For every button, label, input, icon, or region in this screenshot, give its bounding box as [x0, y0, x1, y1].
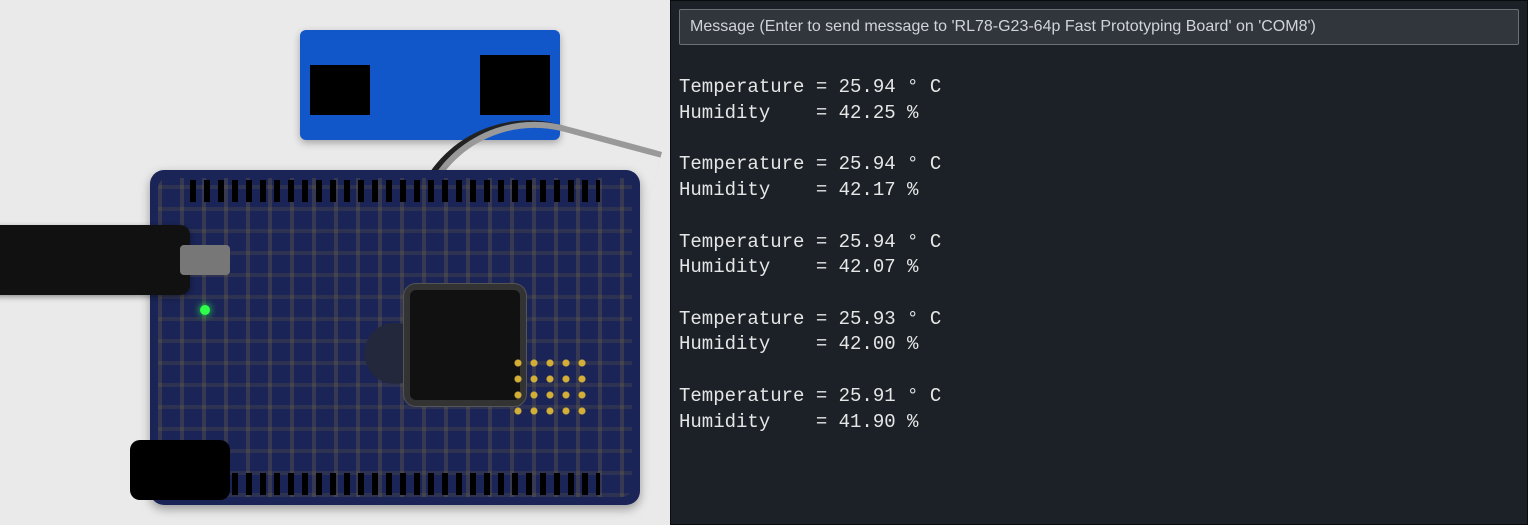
temperature-line: Temperature = 25.94 ° C: [679, 230, 1519, 256]
sensor-reading-block: Temperature = 25.93 ° CHumidity = 42.00 …: [679, 307, 1519, 358]
temperature-line: Temperature = 25.94 ° C: [679, 75, 1519, 101]
temperature-line: Temperature = 25.91 ° C: [679, 384, 1519, 410]
pin-header-top: [190, 180, 600, 202]
usb-cable-plug: [0, 225, 190, 295]
gold-via-pads: [510, 355, 590, 415]
humidity-line: Humidity = 42.00 %: [679, 332, 1519, 358]
humidity-line: Humidity = 41.90 %: [679, 410, 1519, 436]
pin-header-bottom: [190, 473, 600, 495]
dc-barrel-jack: [130, 440, 230, 500]
humidity-line: Humidity = 42.07 %: [679, 255, 1519, 281]
temperature-line: Temperature = 25.93 ° C: [679, 307, 1519, 333]
serial-output: Temperature = 25.94 ° CHumidity = 42.25 …: [671, 45, 1527, 524]
serial-message-input[interactable]: Message (Enter to send message to 'RL78-…: [679, 9, 1519, 45]
microcontroller-chip: [410, 290, 520, 400]
hardware-photo: [0, 0, 670, 525]
temperature-line: Temperature = 25.94 ° C: [679, 152, 1519, 178]
power-led: [200, 305, 210, 315]
serial-monitor-panel: Message (Enter to send message to 'RL78-…: [670, 0, 1528, 525]
sensor-reading-block: Temperature = 25.94 ° CHumidity = 42.17 …: [679, 152, 1519, 203]
sensor-reading-block: Temperature = 25.94 ° CHumidity = 42.25 …: [679, 75, 1519, 126]
sensor-reading-block: Temperature = 25.91 ° CHumidity = 41.90 …: [679, 384, 1519, 435]
humidity-line: Humidity = 42.17 %: [679, 178, 1519, 204]
sensor-reading-block: Temperature = 25.94 ° CHumidity = 42.07 …: [679, 230, 1519, 281]
humidity-line: Humidity = 42.25 %: [679, 101, 1519, 127]
